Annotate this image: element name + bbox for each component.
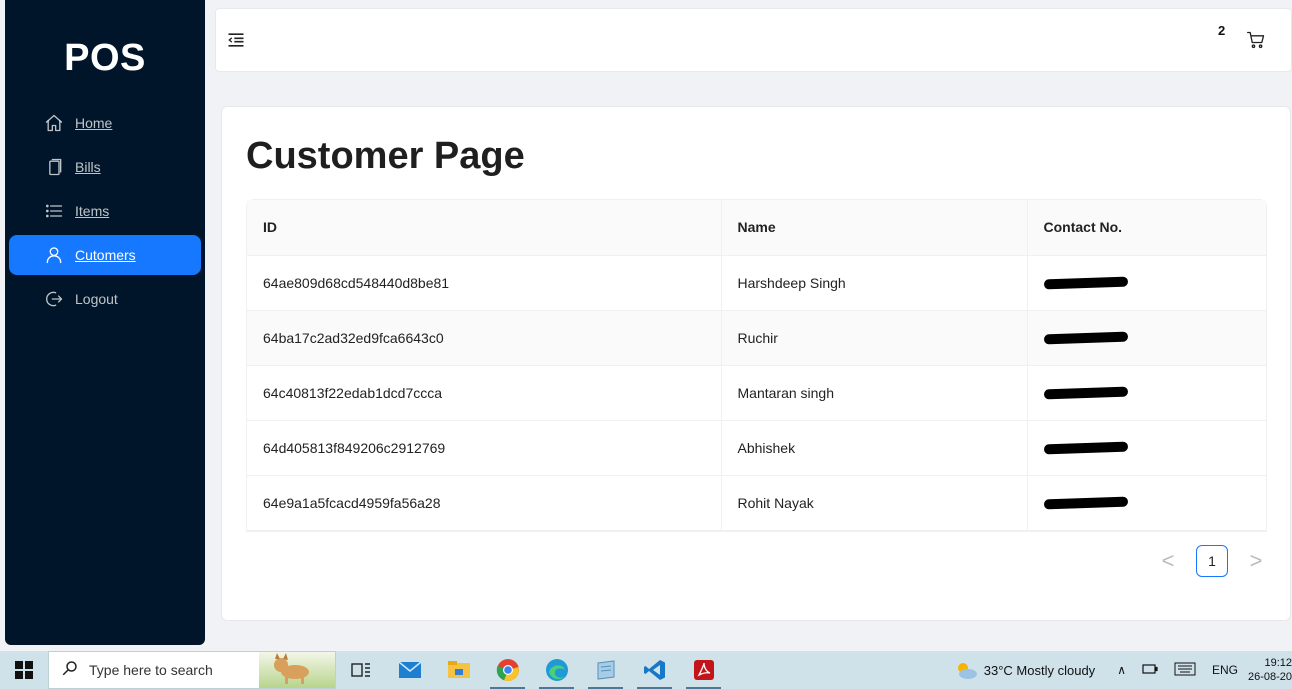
file-explorer-icon[interactable] — [434, 651, 483, 689]
sidebar-item-label: Bills — [75, 159, 101, 175]
battery-icon[interactable] — [1142, 663, 1158, 677]
cell-name: Mantaran singh — [720, 365, 1027, 421]
page-title: Customer Page — [246, 135, 525, 177]
taskbar-search[interactable]: Type here to search — [48, 651, 336, 689]
table-row: 64ae809d68cd548440d8be81 Harshdeep Singh — [247, 255, 1266, 311]
mail-icon[interactable] — [385, 651, 434, 689]
page-1-button[interactable]: 1 — [1196, 545, 1228, 577]
sidebar-item-logout[interactable]: Logout — [9, 279, 201, 319]
redaction-mark — [1043, 386, 1128, 399]
sidebar-item-home[interactable]: Home — [9, 103, 201, 143]
sidebar-item-customers[interactable]: Cutomers — [9, 235, 201, 275]
sidebar-item-label: Cutomers — [75, 247, 136, 263]
keyboard-icon[interactable] — [1174, 662, 1196, 679]
search-icon — [61, 659, 79, 682]
cart-count-badge: 2 — [1218, 23, 1226, 38]
clock-time: 19:12 — [1264, 657, 1292, 669]
cloudy-weather-icon — [957, 663, 977, 679]
column-header-name: Name — [720, 200, 1027, 256]
logout-icon — [43, 288, 65, 310]
cell-contact — [1026, 310, 1266, 366]
pagination: < 1 > — [1152, 545, 1272, 577]
redaction-mark — [1043, 441, 1128, 454]
windows-start-icon[interactable] — [0, 651, 48, 689]
next-page-button[interactable]: > — [1240, 545, 1272, 577]
redaction-mark — [1043, 276, 1128, 289]
table-row: 64e9a1a5fcacd4959fa56a28 Rohit Nayak — [247, 475, 1266, 531]
cell-contact — [1026, 420, 1266, 476]
cell-name: Harshdeep Singh — [720, 255, 1027, 311]
copy-icon — [43, 156, 65, 178]
menu-fold-icon[interactable] — [226, 30, 248, 52]
language-indicator[interactable]: ENG — [1212, 663, 1238, 677]
dog-illustration — [259, 652, 335, 688]
vscode-icon[interactable] — [630, 651, 679, 689]
chrome-icon[interactable] — [483, 651, 532, 689]
cell-contact — [1026, 255, 1266, 311]
sidebar-item-label: Home — [75, 115, 113, 131]
user-icon — [43, 244, 65, 266]
sidebar: POS Home Bills Items Cutomers Logout — [5, 0, 205, 645]
prev-page-button[interactable]: < — [1152, 545, 1184, 577]
customers-table: ID Name Contact No. 64ae809d68cd548440d8… — [246, 199, 1267, 532]
cell-name: Rohit Nayak — [720, 475, 1027, 531]
content-card: Customer Page ID Name Contact No. 64ae80… — [221, 106, 1291, 621]
edge-icon[interactable] — [532, 651, 581, 689]
system-tray: 33°C Mostly cloudy ∧ ENG 19:12 26-08-20 — [954, 651, 1292, 689]
task-view-icon[interactable] — [336, 651, 385, 689]
table-row: 64ba17c2ad32ed9fca6643c0 Ruchir — [247, 310, 1266, 366]
clock[interactable]: 19:12 26-08-20 — [1246, 656, 1292, 684]
notepad-icon[interactable] — [581, 651, 630, 689]
redaction-mark — [1043, 496, 1128, 509]
cell-id: 64c40813f22edab1dcd7ccca — [247, 365, 721, 421]
home-icon — [43, 112, 65, 134]
page-number: 1 — [1208, 553, 1216, 569]
app-logo: POS — [64, 37, 146, 79]
column-header-contact: Contact No. — [1026, 200, 1266, 256]
cell-name: Abhishek — [720, 420, 1027, 476]
chevron-up-icon[interactable]: ∧ — [1117, 663, 1126, 677]
sidebar-item-bills[interactable]: Bills — [9, 147, 201, 187]
table-row: 64d405813f849206c2912769 Abhishek — [247, 420, 1266, 476]
redaction-mark — [1043, 331, 1128, 344]
clock-date: 26-08-20 — [1247, 671, 1292, 683]
sidebar-item-items[interactable]: Items — [9, 191, 201, 231]
os-taskbar: Type here to search 33°C Mostly cloudy ∧ — [0, 651, 1292, 689]
list-icon — [43, 200, 65, 222]
cell-contact — [1026, 475, 1266, 531]
cell-id: 64ae809d68cd548440d8be81 — [247, 255, 721, 311]
cart-icon[interactable] — [1246, 30, 1268, 52]
sidebar-item-label: Items — [75, 203, 110, 219]
sidebar-item-label: Logout — [75, 291, 118, 307]
cell-id: 64ba17c2ad32ed9fca6643c0 — [247, 310, 721, 366]
weather-text: 33°C Mostly cloudy — [983, 662, 1096, 678]
cell-id: 64d405813f849206c2912769 — [247, 420, 721, 476]
column-header-id: ID — [247, 200, 721, 256]
acrobat-icon[interactable] — [679, 651, 728, 689]
top-header: 2 — [215, 8, 1292, 72]
search-placeholder: Type here to search — [89, 662, 213, 678]
weather-widget[interactable]: 33°C Mostly cloudy — [954, 660, 1095, 680]
table-row: 64c40813f22edab1dcd7ccca Mantaran singh — [247, 365, 1266, 421]
sidebar-menu: Home Bills Items Cutomers Logout — [5, 103, 205, 319]
cell-id: 64e9a1a5fcacd4959fa56a28 — [247, 475, 721, 531]
cell-contact — [1026, 365, 1266, 421]
table-header-row: ID Name Contact No. — [247, 200, 1266, 256]
cell-name: Ruchir — [720, 310, 1027, 366]
